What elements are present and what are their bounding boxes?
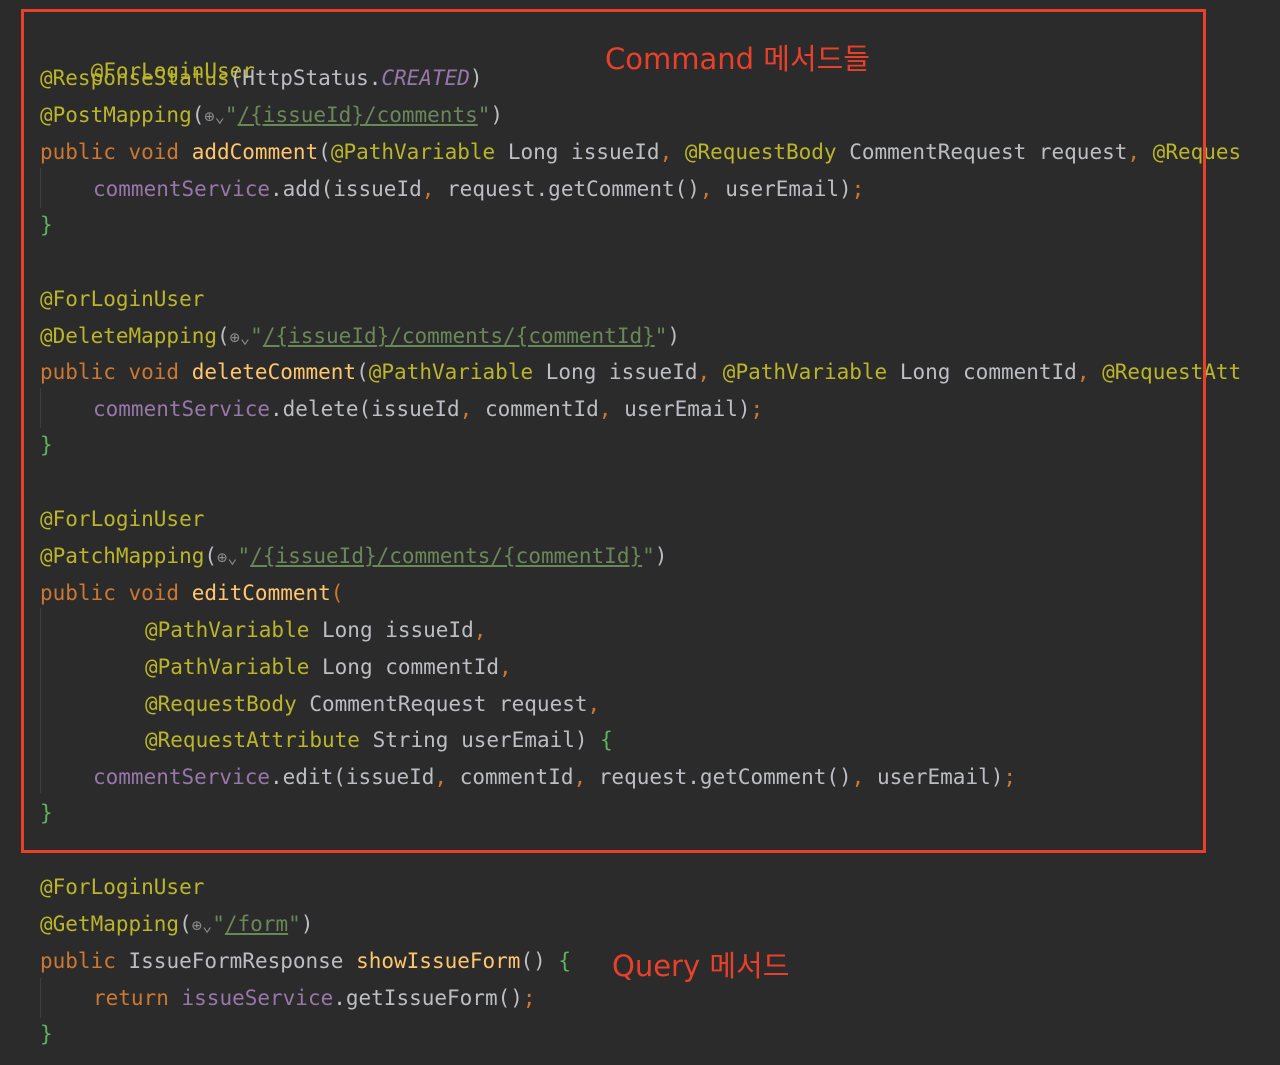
method-name: showIssueForm [356, 949, 521, 973]
code-line: return issueService.getIssueForm(); [93, 983, 536, 1013]
closing-brace: } [40, 1022, 53, 1046]
code-token: .getIssueForm() [333, 986, 523, 1010]
code-line: @GetMapping(⊕⌄"/form") [40, 909, 313, 939]
query-method-note: Query 메서드 [612, 949, 790, 983]
code-editor[interactable]: @ForLoginUser @ResponseStatus(HttpStatus… [0, 0, 1280, 1065]
code-token: () [520, 949, 559, 973]
string-quote: " [212, 912, 225, 936]
punctuation-token: ; [522, 986, 536, 1010]
code-line: public IssueFormResponse showIssueForm()… [40, 946, 571, 976]
code-line: @ForLoginUser [40, 872, 204, 902]
keyword-token: public [40, 949, 129, 973]
indent-guide [40, 978, 41, 1018]
opening-brace: { [558, 949, 572, 973]
code-line: } [40, 1019, 53, 1049]
type-token: IssueFormResponse [128, 949, 357, 973]
endpoint-url-link[interactable]: /form [225, 912, 288, 936]
command-methods-note: Command 메서드들 [605, 42, 870, 76]
command-methods-highlight-box [21, 9, 1206, 853]
code-token: ( [179, 912, 192, 936]
globe-icon[interactable]: ⊕⌄ [192, 911, 212, 941]
string-quote: " [288, 912, 301, 936]
code-token: ) [300, 912, 314, 936]
keyword-token: return [93, 986, 182, 1010]
annotation-token: @GetMapping [40, 912, 180, 936]
field-token: issueService [181, 986, 334, 1010]
annotation-token: @ForLoginUser [40, 875, 205, 899]
